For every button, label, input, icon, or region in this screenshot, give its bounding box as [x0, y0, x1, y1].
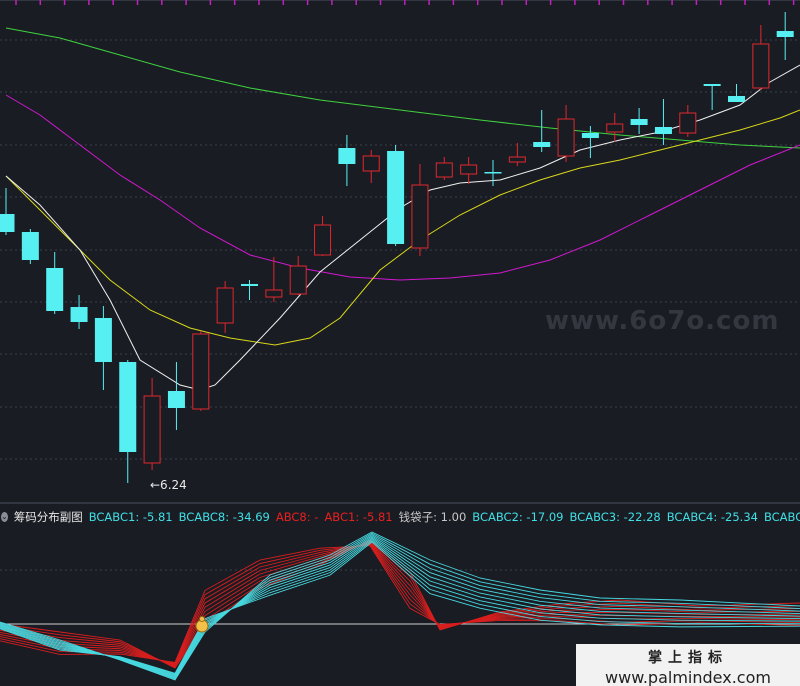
collapse-chevron-icon[interactable]: ⌄	[1, 512, 8, 522]
watermark-text: www.6o7o.com	[545, 306, 780, 336]
candle-body	[167, 391, 185, 408]
candle	[508, 143, 526, 166]
candle-body	[484, 172, 502, 174]
indicator-value-bcabc2: BCABC2: -17.09	[472, 510, 564, 524]
candle	[338, 135, 356, 186]
indicator-value-bcabc4: BCABC4: -25.34	[666, 510, 758, 524]
candle	[21, 229, 39, 264]
candle-body	[533, 142, 551, 147]
candle	[776, 12, 794, 60]
low-price-marker: ←6.24	[150, 478, 187, 492]
candlestick-series	[0, 12, 794, 483]
candle-body	[289, 265, 307, 295]
candle-body	[557, 118, 575, 157]
candle	[241, 280, 258, 300]
candle	[581, 126, 599, 158]
candle	[314, 216, 332, 256]
money-bag-knot	[199, 616, 205, 622]
candle	[557, 105, 575, 162]
candle-body	[0, 214, 15, 232]
candle	[630, 108, 648, 134]
candle-body	[435, 162, 453, 178]
candle	[94, 306, 112, 390]
candle-body	[752, 43, 770, 89]
candle-body	[654, 127, 672, 134]
candle	[167, 362, 185, 430]
sub-indicator-header: ⌄ 筹码分布副图 BCABC1: -5.81 BCABC8: -34.69 AB…	[0, 508, 800, 526]
candle-body	[703, 84, 721, 86]
candle	[216, 281, 234, 333]
candle-body	[362, 155, 380, 172]
candle-body	[630, 119, 648, 125]
candle-body	[46, 268, 64, 311]
indicator-value-money-bag: 钱袋子: 1.00	[398, 510, 467, 524]
candle-body	[679, 112, 697, 134]
candle	[679, 105, 697, 137]
candle	[387, 145, 405, 246]
candle-body	[411, 184, 429, 249]
candle-body	[387, 151, 405, 244]
indicator-value-bcabc8: BCABC8: -34.69	[178, 510, 270, 524]
candle-body	[776, 31, 794, 37]
candle-body	[460, 164, 478, 175]
site-badge: 掌上指标 www.palmindex.com	[576, 644, 800, 686]
candle	[533, 110, 551, 152]
candle-body	[143, 395, 161, 464]
badge-url: www.palmindex.com	[605, 668, 771, 686]
candle	[70, 295, 88, 329]
indicator-value-bcabc3: BCABC3: -22.28	[569, 510, 661, 524]
indicator-value-abc1: ABC1: -5.81	[324, 510, 393, 524]
candle-body	[192, 333, 210, 410]
candle-body	[21, 232, 39, 260]
indicator-name[interactable]: 筹码分布副图	[14, 509, 83, 525]
candle	[435, 157, 453, 180]
candle	[728, 84, 745, 102]
candle	[752, 25, 770, 90]
candle-body	[728, 96, 745, 102]
candle	[46, 252, 64, 314]
candle-body	[265, 289, 283, 298]
candle	[289, 256, 307, 295]
candle	[606, 113, 624, 142]
candle	[484, 160, 502, 186]
candle	[460, 157, 478, 184]
indicator-value-bcabc5: BCABC5:	[763, 510, 800, 524]
candle-body	[216, 287, 234, 324]
candle	[143, 378, 161, 470]
candle	[192, 331, 210, 411]
candle-body	[241, 284, 258, 286]
candle	[411, 164, 429, 256]
candle	[703, 84, 721, 110]
candle-body	[606, 123, 624, 133]
candle	[362, 150, 380, 183]
badge-title: 掌上指标	[648, 650, 728, 666]
candle	[0, 188, 15, 235]
candle	[265, 257, 283, 302]
candle-body	[581, 133, 599, 138]
stock-chart-window: ←6.24 www.6o7o.com ⌄ 筹码分布副图 BCABC1: -5.8…	[0, 0, 800, 686]
candle-body	[338, 148, 356, 164]
chart-canvas[interactable]	[0, 0, 800, 686]
candle-body	[70, 307, 88, 322]
candle-body	[94, 318, 112, 362]
candle-body	[314, 224, 332, 256]
candle-body	[508, 156, 526, 163]
indicator-value-bcabc1: BCABC1: -5.81	[88, 510, 173, 524]
candle	[119, 360, 137, 483]
indicator-value-abc8: ABC8: -	[275, 510, 319, 524]
candle-body	[119, 362, 137, 452]
